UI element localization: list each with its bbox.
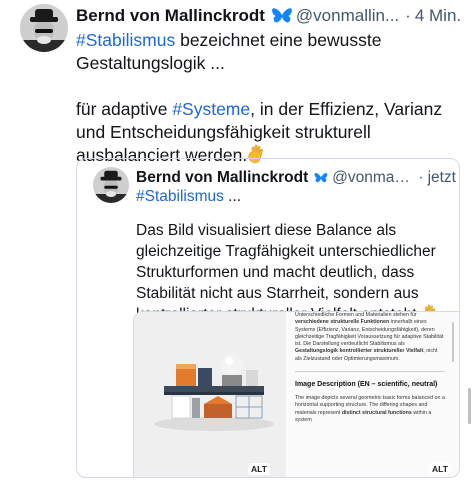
butterfly-icon: [314, 170, 328, 186]
attached-image-sculpture[interactable]: ALT: [134, 312, 286, 477]
quoted-post-body: Das Bild visualisiert diese Balance als …: [136, 222, 436, 323]
quoted-post-hashtag-line: #Stabilismus ...: [136, 188, 241, 206]
ellipsis: ...: [223, 188, 242, 205]
hashtag-link[interactable]: #Stabilismus: [136, 188, 224, 205]
doc-bold: distinct structural functions: [341, 409, 412, 416]
quoted-post-header: Bernd von Mallinckrodt @vonmallinck... ·…: [136, 168, 456, 188]
butterfly-icon: [271, 7, 293, 25]
quoted-post-text: Das Bild visualisiert diese Balance als …: [136, 220, 456, 325]
quoted-author-avatar[interactable]: [93, 167, 129, 203]
author-handle[interactable]: @vonmallin...: [296, 6, 399, 26]
quoted-post[interactable]: Bernd von Mallinckrodt @vonmallinck... ·…: [76, 158, 460, 478]
doc-bold: verschiedene strukturelle Funktionen: [295, 319, 390, 326]
doc-text: Unterschiedliche Formen und Materialien …: [295, 312, 417, 318]
post-timestamp[interactable]: 4 Min.: [415, 6, 461, 26]
geometric-balance-illustration: [134, 312, 286, 477]
document-scrollbar: [452, 322, 454, 362]
attached-image-document[interactable]: Unterschiedliche Formen und Materialien …: [287, 312, 459, 477]
quoted-author-handle[interactable]: @vonmallinck...: [332, 169, 412, 187]
document-text: Unterschiedliche Formen und Materialien …: [295, 312, 445, 424]
alt-text-badge[interactable]: ALT: [429, 463, 451, 475]
post-text: #Stabilismus bezeichnet eine bewusste Ge…: [76, 29, 468, 167]
quoted-post-timestamp[interactable]: jetzt: [428, 169, 456, 187]
page-scrollbar[interactable]: [468, 388, 471, 424]
author-name[interactable]: Bernd von Mallinckrodt: [76, 6, 265, 26]
doc-bold: Gestaltungslogik kontrollierter struktur…: [295, 348, 424, 355]
divider: [295, 371, 445, 373]
image-attachments: ALT Unterschiedliche Formen und Material…: [133, 311, 459, 477]
separator: ·: [405, 6, 411, 25]
doc-heading: Image Description (EN – scientific, neut…: [295, 381, 438, 389]
separator: ·: [418, 169, 424, 186]
hashtag-link[interactable]: #Systeme: [172, 99, 250, 119]
author-avatar[interactable]: [20, 4, 68, 52]
post-header: Bernd von Mallinckrodt @vonmallin... · 4…: [76, 5, 468, 27]
alt-text-badge[interactable]: ALT: [248, 463, 270, 475]
quoted-author-name[interactable]: Bernd von Mallinckrodt: [136, 169, 308, 187]
hashtag-link[interactable]: #Stabilismus: [76, 30, 175, 50]
post-text-part: für adaptive: [76, 99, 173, 119]
